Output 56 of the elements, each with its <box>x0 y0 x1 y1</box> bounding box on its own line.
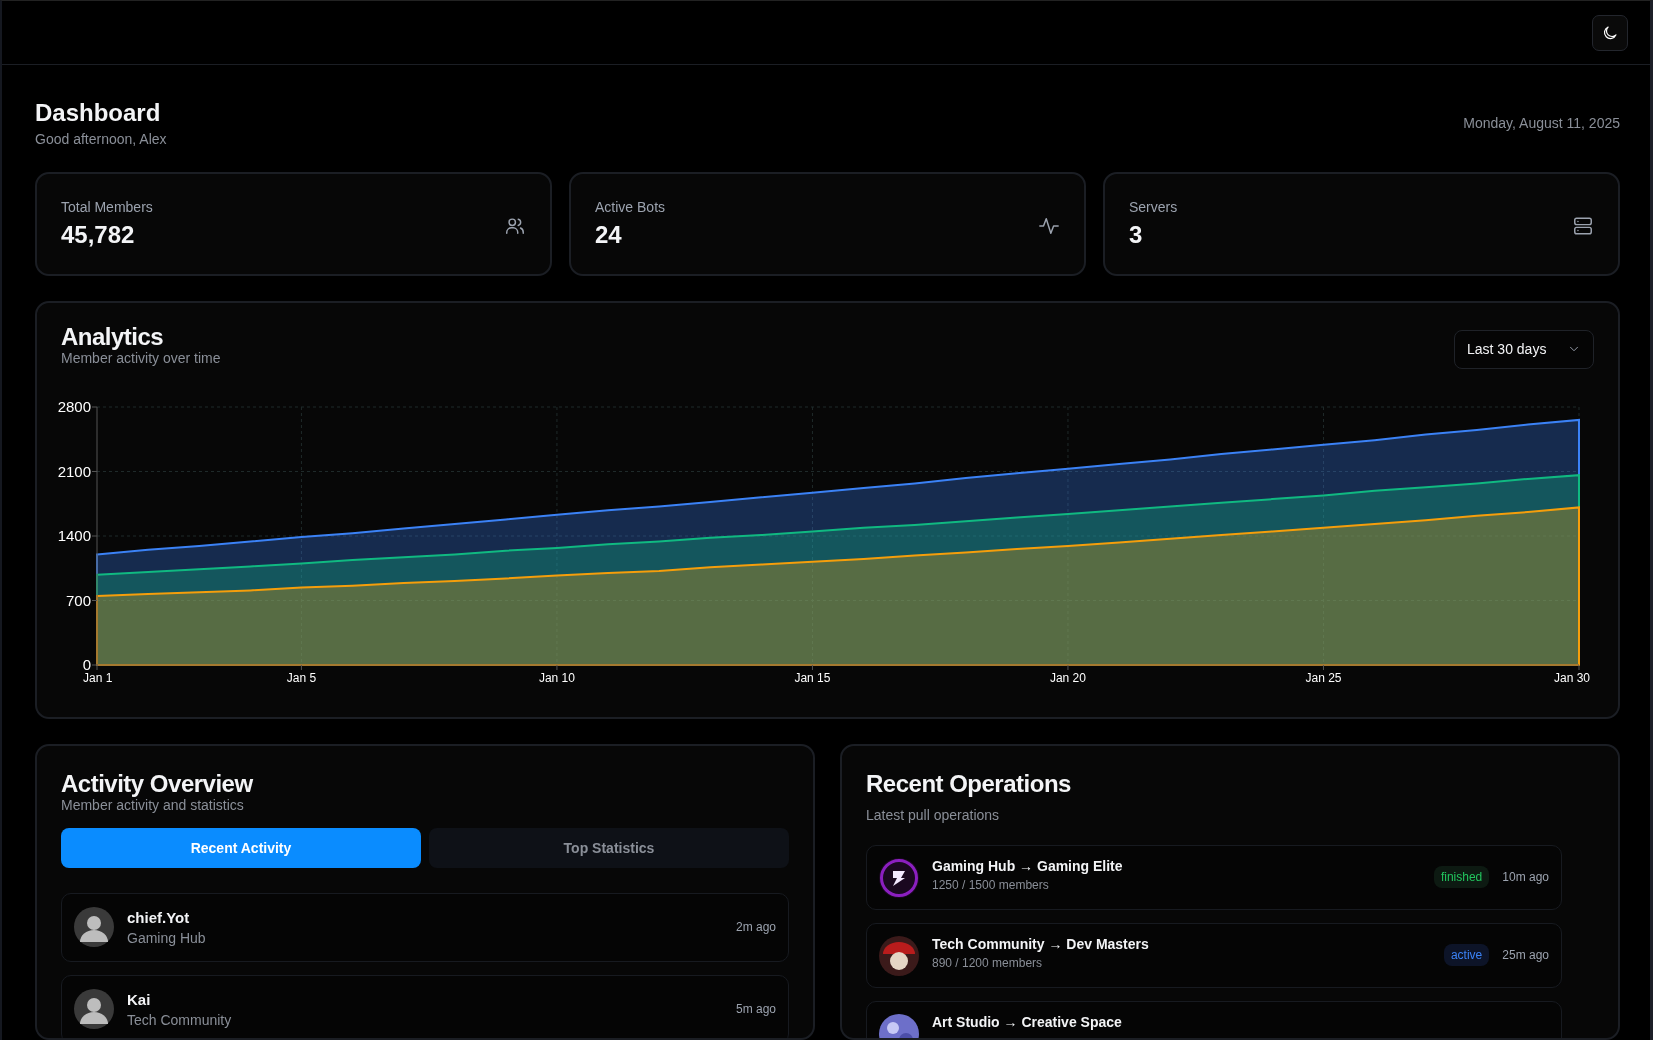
card-subtitle: Member activity over time <box>61 349 221 366</box>
stat-label: Active Bots <box>595 198 666 215</box>
operation-title: Tech Community → Dev Masters <box>932 935 1150 952</box>
tab[interactable]: Top Statistics <box>429 827 789 868</box>
y-tick-label: 2100 <box>57 462 91 480</box>
activity-item[interactable]: chief.Yot Gaming Hub 2m ago <box>61 892 789 962</box>
avatar <box>74 907 114 948</box>
timestamp: 5m ago <box>735 1002 776 1017</box>
y-tick-label: 700 <box>65 591 91 609</box>
theme-toggle-button[interactable] <box>1592 14 1628 51</box>
operation-item[interactable]: Art Studio → Creative Space <box>866 1000 1562 1038</box>
card-title: Analytics <box>61 322 165 352</box>
timestamp: 10m ago <box>1502 870 1549 885</box>
timestamp: 2m ago <box>735 920 776 935</box>
greeting: Good afternoon, Alex <box>35 130 167 147</box>
status-badge: active <box>1443 944 1490 967</box>
status-badge: finished <box>1433 866 1490 889</box>
x-tick-label: Jan 20 <box>1049 670 1086 685</box>
x-tick-label: Jan 30 <box>1553 670 1590 685</box>
operation-item[interactable]: Gaming Hub → Gaming Elite 1250 / 1500 members finished 10m ago <box>866 844 1562 910</box>
operation-item[interactable]: Tech Community → Dev Masters 890 / 1200 members active 25m ago <box>866 922 1562 988</box>
x-tick-label: Jan 5 <box>286 670 317 685</box>
y-tick-label: 2800 <box>57 397 91 415</box>
stat-value: 45,782 <box>61 220 136 249</box>
y-tick-label: 0 <box>82 655 91 673</box>
member-count: 1250 / 1500 members <box>932 877 1050 892</box>
server-icon <box>1572 214 1594 237</box>
moon-icon <box>1601 23 1619 42</box>
stat-label: Servers <box>1129 198 1178 215</box>
activity-item[interactable]: Kai Tech Community 5m ago <box>61 974 789 1038</box>
x-tick-label: Jan 10 <box>538 670 575 685</box>
operation-title: Gaming Hub → Gaming Elite <box>932 857 1124 874</box>
card-subtitle: Member activity and statistics <box>61 796 245 813</box>
avatar <box>74 989 114 1030</box>
server-name: Gaming Hub <box>127 929 207 946</box>
server-name: Tech Community <box>127 1011 233 1028</box>
x-tick-label: Jan 25 <box>1305 670 1342 685</box>
timestamp: 25m ago <box>1502 948 1549 963</box>
stat-value: 3 <box>1129 220 1144 249</box>
stat-value: 24 <box>595 220 623 249</box>
range-dropdown[interactable]: Last 30 days <box>1454 329 1594 369</box>
member-name: chief.Yot <box>127 908 191 926</box>
member-name: Kai <box>127 990 152 1008</box>
stat-label: Total Members <box>61 198 153 215</box>
page-title: Dashboard <box>35 99 162 128</box>
card-subtitle: Latest pull operations <box>866 806 1001 823</box>
avatar <box>879 935 919 976</box>
y-tick-label: 1400 <box>57 526 91 544</box>
card-title: Activity Overview <box>61 769 254 799</box>
avatar <box>879 857 919 898</box>
member-count: 890 / 1200 members <box>932 955 1044 970</box>
x-tick-label: Jan 15 <box>794 670 831 685</box>
operation-title: Art Studio → Creative Space <box>932 1013 1123 1030</box>
date-label: Monday, August 11, 2025 <box>1463 115 1620 131</box>
card-title: Recent Operations <box>866 769 1072 799</box>
x-tick-label: Jan 1 <box>83 670 113 685</box>
